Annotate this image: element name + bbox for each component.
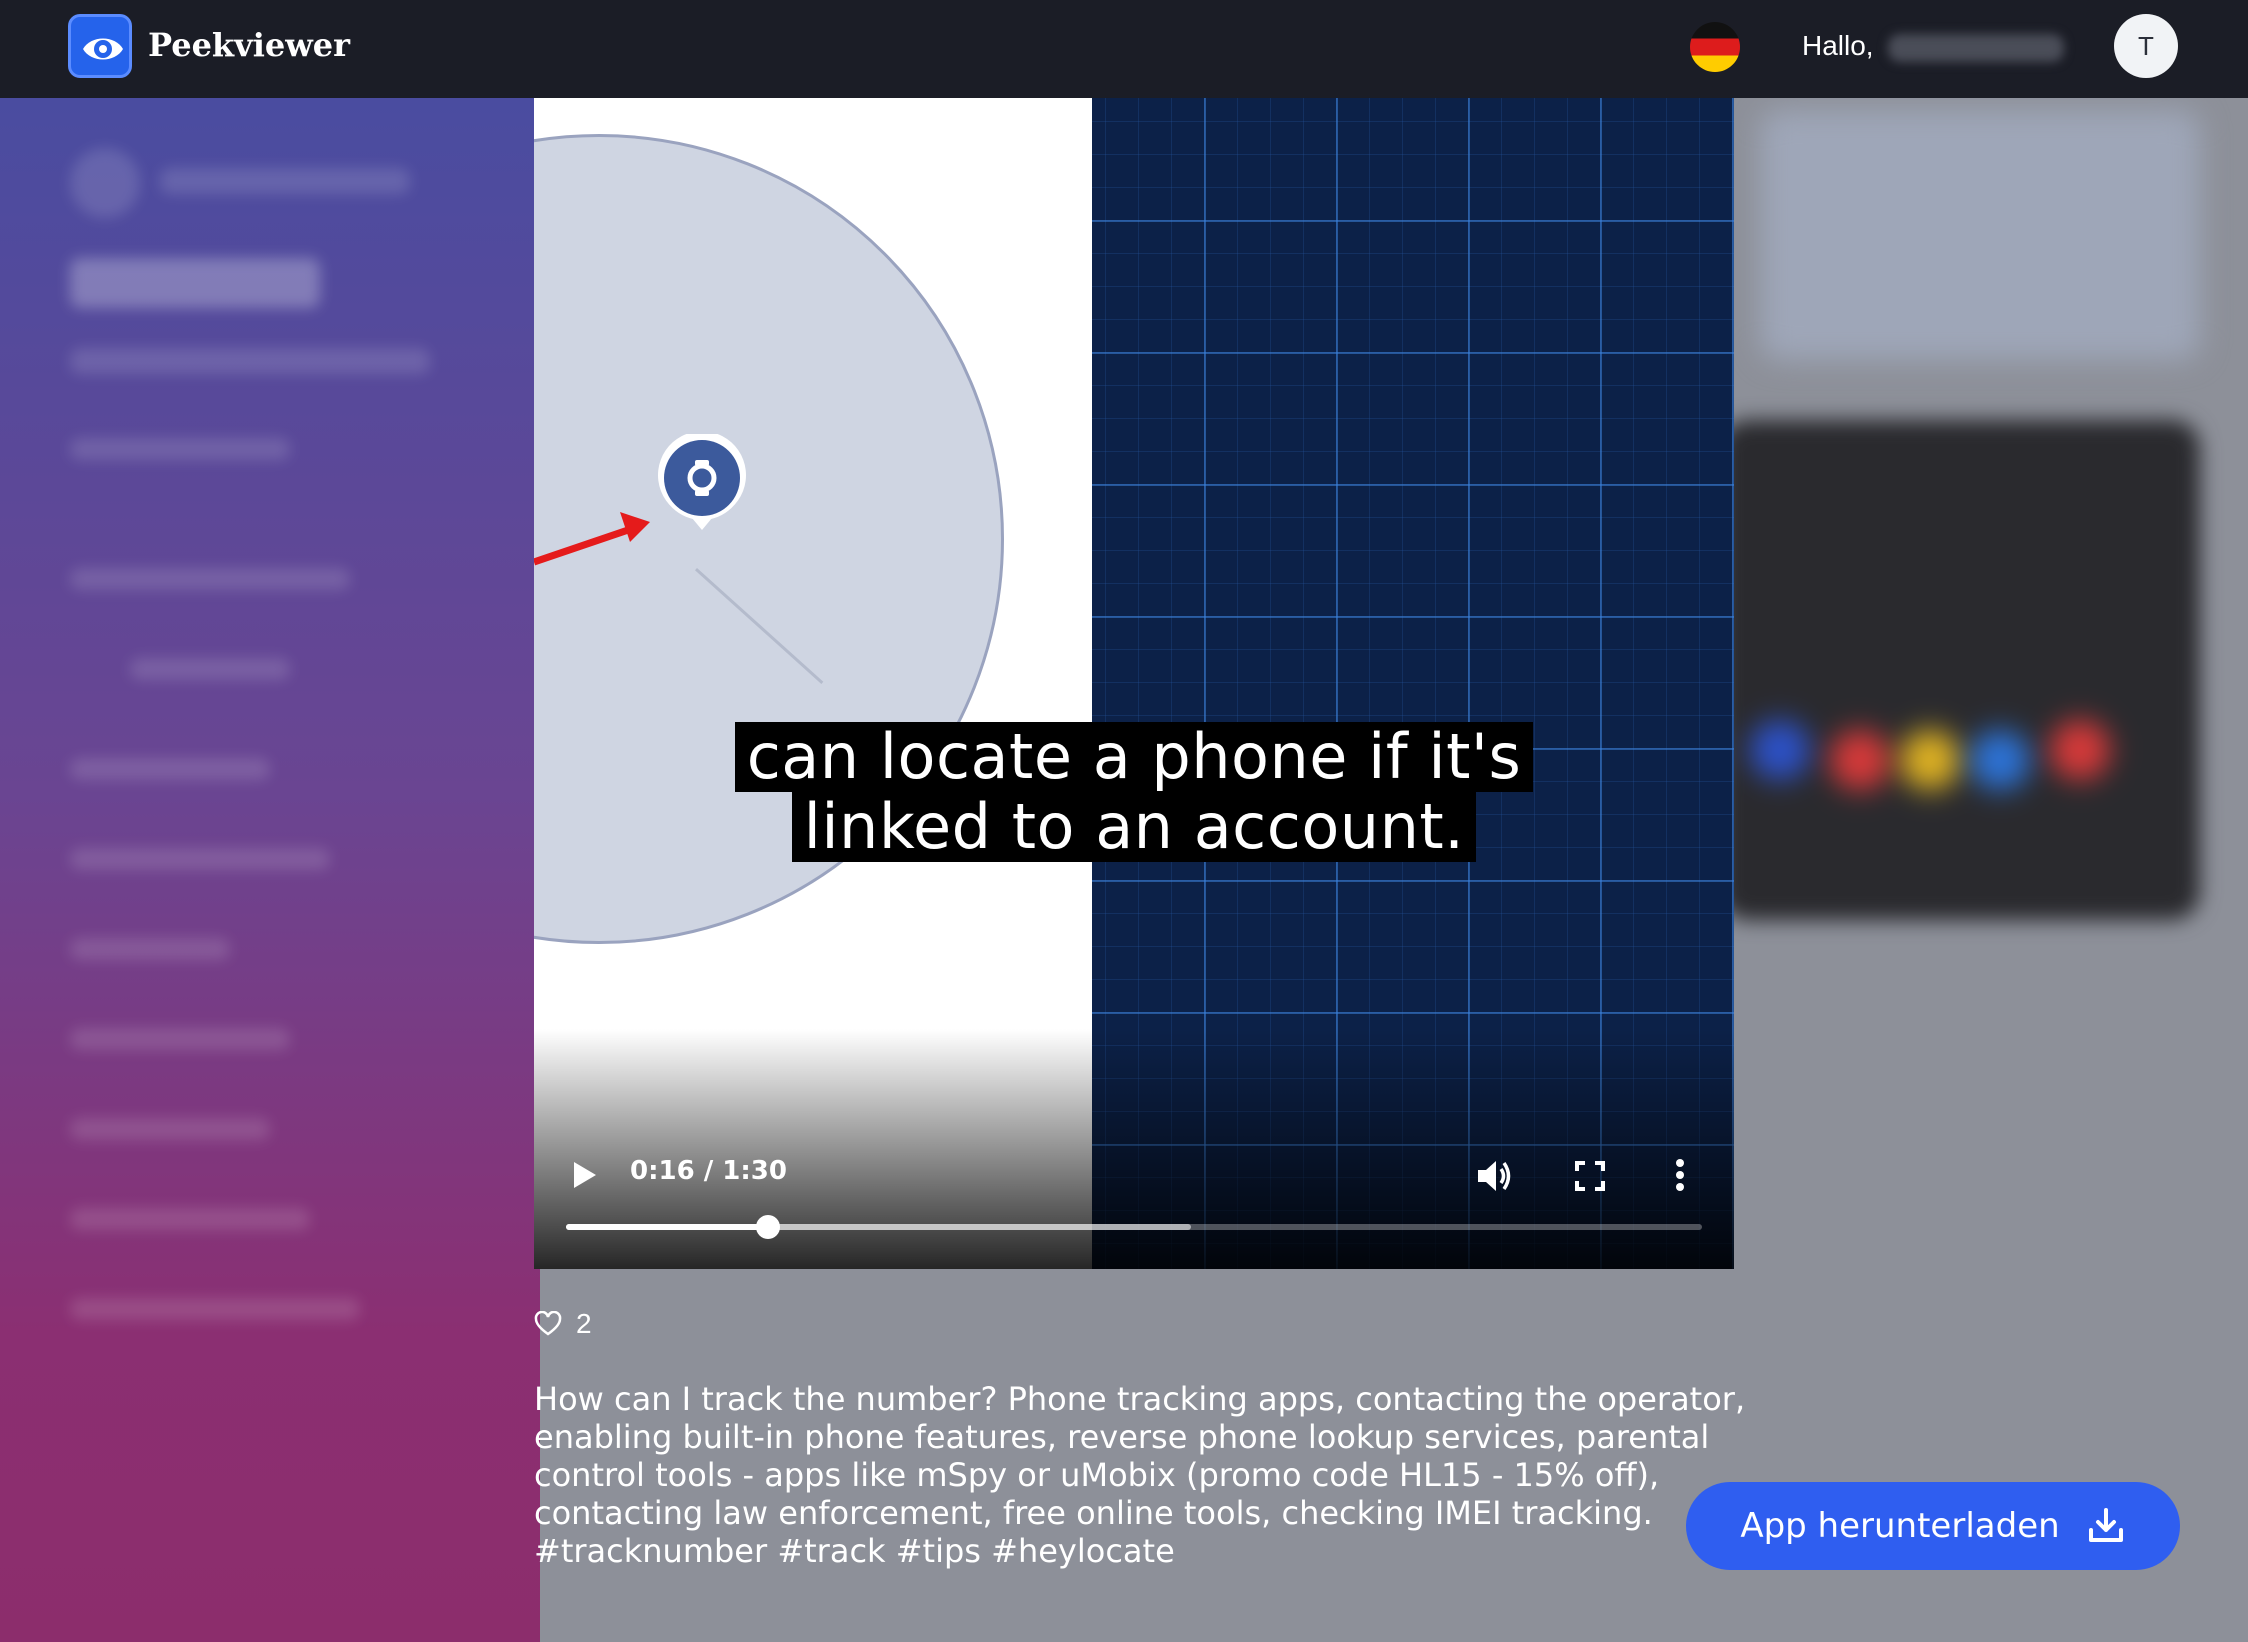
progress-played <box>566 1224 769 1230</box>
download-app-label: App herunterladen <box>1740 1506 2060 1546</box>
red-arrow-icon <box>534 512 650 566</box>
caption-line: linked to an account. <box>791 792 1477 862</box>
brand-name[interactable]: Peekviewer <box>148 26 350 64</box>
eye-icon <box>83 38 123 60</box>
video-caption: can locate a phone if it's linked to an … <box>534 722 1734 862</box>
volume-icon[interactable] <box>1474 1156 1514 1196</box>
background-header-blurred <box>1760 110 2200 360</box>
caption-line: can locate a phone if it's <box>734 722 1534 792</box>
video-progress-bar[interactable] <box>566 1215 1702 1239</box>
fullscreen-icon[interactable] <box>1574 1160 1606 1192</box>
more-vert-icon[interactable] <box>1674 1158 1686 1192</box>
background-sidebar-blurred <box>0 98 540 1642</box>
app-logo[interactable] <box>68 14 132 78</box>
watch-location-pin-icon <box>658 434 746 530</box>
like-area[interactable]: 2 <box>534 1308 592 1340</box>
heart-icon[interactable] <box>534 1311 562 1337</box>
language-flag-icon[interactable] <box>1690 22 1740 72</box>
video-time: 0:16 / 1:30 <box>630 1156 787 1186</box>
download-icon <box>2088 1508 2123 1542</box>
background-card-blurred <box>1720 420 2200 920</box>
video-player[interactable]: can locate a phone if it's linked to an … <box>534 98 1734 1269</box>
post-description: How can I track the number? Phone tracki… <box>534 1380 1746 1570</box>
blurred-username <box>1888 34 2064 62</box>
top-bar: Peekviewer Hallo, T <box>0 0 2248 98</box>
play-icon[interactable] <box>570 1160 600 1190</box>
avatar[interactable]: T <box>2114 14 2178 78</box>
like-count: 2 <box>576 1308 592 1339</box>
download-app-button[interactable]: App herunterladen <box>1686 1482 2180 1570</box>
greeting-text: Hallo, <box>1802 30 1874 61</box>
